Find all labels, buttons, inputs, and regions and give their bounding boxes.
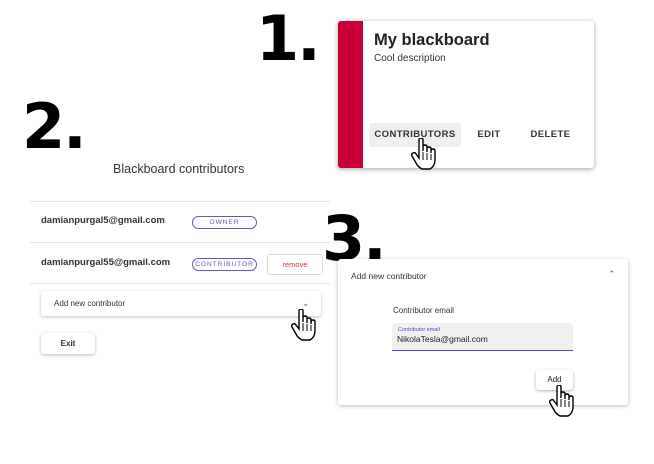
exit-button[interactable]: Exit: [41, 333, 95, 354]
contributor-email-input[interactable]: [397, 334, 567, 344]
owner-badge: OWNER: [192, 216, 257, 229]
remove-button[interactable]: remove: [267, 254, 323, 275]
step-number-2: 2.: [22, 90, 87, 163]
contributor-email-label: Contributor email: [393, 306, 454, 315]
add-contributor-panel: Add new contributor ⌃ Contributor email …: [338, 259, 628, 405]
contributor-email-floating-label: Contributor email: [398, 327, 440, 333]
hand-pointer-icon: [291, 309, 316, 341]
contributor-email: damianpurgal55@gmail.com: [41, 257, 171, 268]
blackboard-color-stripe: [338, 21, 363, 168]
hand-pointer-icon: [549, 385, 574, 417]
blackboard-card: My blackboard Cool description CONTRIBUT…: [338, 21, 594, 168]
add-contributor-accordion[interactable]: Add new contributor ⌄: [41, 291, 321, 316]
contributor-row: damianpurgal55@gmail.com CONTRIBUTOR rem…: [30, 242, 330, 283]
delete-button[interactable]: DELETE: [528, 123, 573, 147]
contributor-row: damianpurgal5@gmail.com OWNER: [30, 201, 330, 242]
contributor-email-field[interactable]: Contributor email: [392, 323, 573, 351]
contributors-dialog-title: Blackboard contributors: [113, 162, 245, 176]
edit-button[interactable]: EDIT: [474, 123, 504, 147]
contributor-badge: CONTRIBUTOR: [192, 258, 257, 271]
chevron-up-icon[interactable]: ⌃: [608, 269, 616, 280]
add-contributor-header[interactable]: Add new contributor: [351, 271, 427, 281]
list-divider: [30, 283, 330, 284]
contributor-email: damianpurgal5@gmail.com: [41, 215, 165, 226]
step-number-1: 1.: [256, 2, 321, 75]
add-contributor-label: Add new contributor: [54, 299, 126, 308]
blackboard-description: Cool description: [374, 53, 446, 64]
hand-pointer-icon: [411, 138, 436, 170]
blackboard-title: My blackboard: [374, 31, 490, 49]
chevron-down-icon: ⌄: [302, 298, 310, 308]
